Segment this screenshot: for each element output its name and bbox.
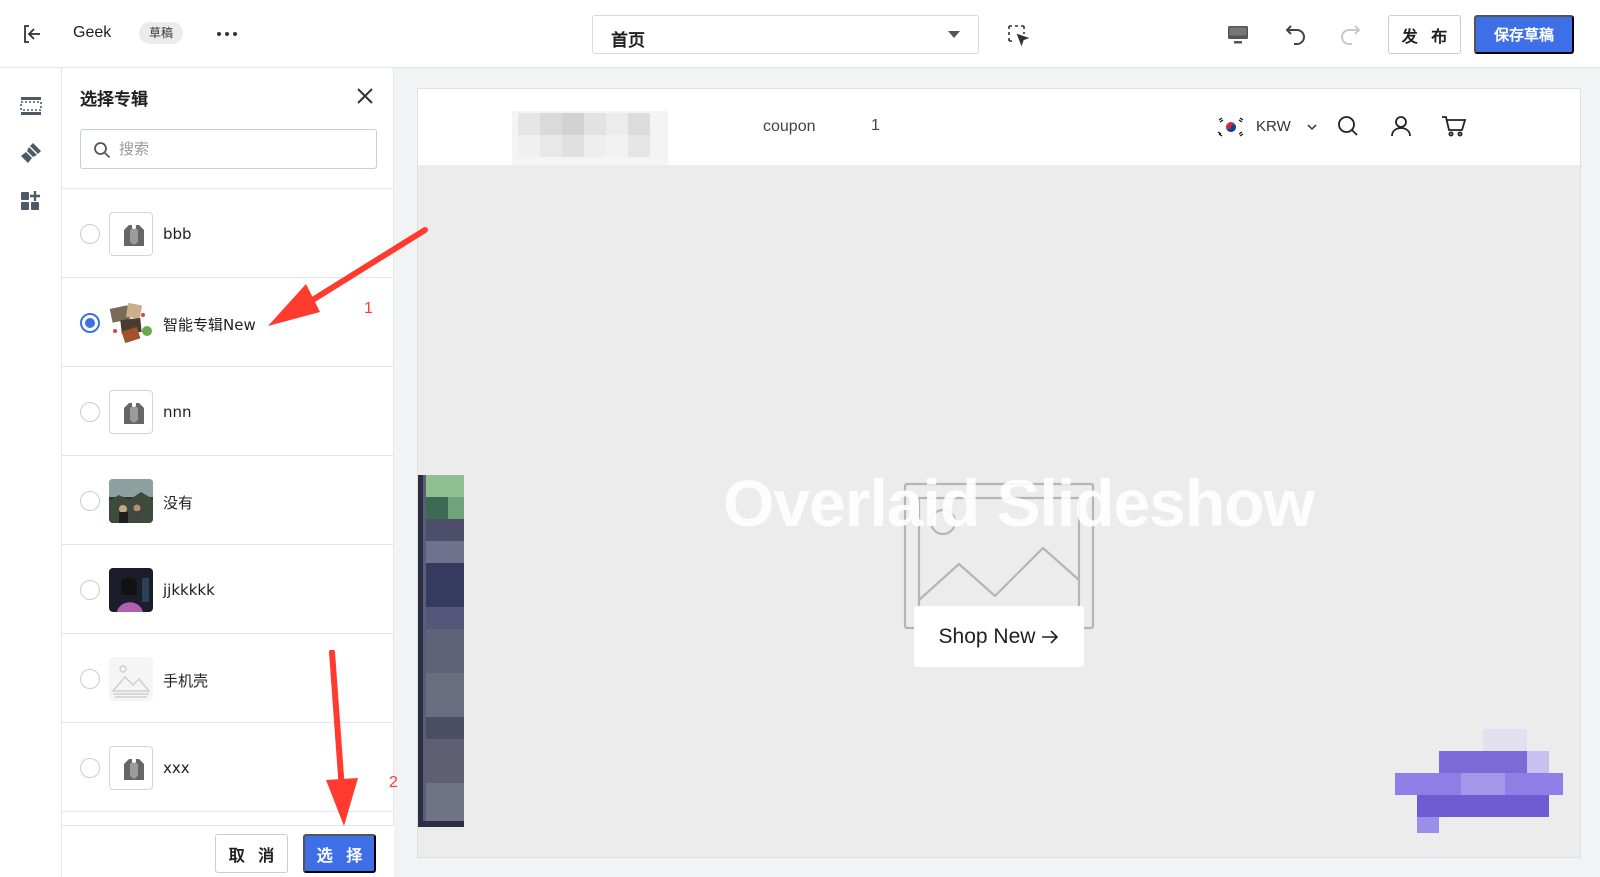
landscape-image xyxy=(109,479,153,523)
collection-item-label: xxx xyxy=(163,759,190,777)
cancel-button[interactable]: 取 消 xyxy=(215,834,288,873)
radio-button[interactable] xyxy=(80,402,100,422)
hero-title[interactable]: Overlaid Slideshow xyxy=(723,465,1315,541)
collection-item[interactable]: jjkkkkk xyxy=(62,545,394,634)
collection-item[interactable]: nnn xyxy=(62,367,394,456)
redo-icon[interactable] xyxy=(1337,21,1363,47)
radio-button[interactable] xyxy=(80,580,100,600)
top-bar: Geek 草稿 首页 发 布 保存草稿 xyxy=(0,0,1600,68)
inspect-select-icon[interactable] xyxy=(1006,23,1030,47)
korea-flag-icon xyxy=(1216,116,1246,138)
panel-title: 选择专辑 xyxy=(80,90,148,110)
select-button[interactable]: 选 择 xyxy=(303,834,376,873)
exit-editor-icon[interactable] xyxy=(20,22,44,46)
undo-icon[interactable] xyxy=(1283,21,1309,47)
cart-icon[interactable] xyxy=(1441,114,1467,138)
tag-placeholder-thumb xyxy=(109,746,153,790)
search-box xyxy=(80,129,377,169)
desktop-view-icon[interactable] xyxy=(1225,22,1251,48)
draft-badge: 草稿 xyxy=(139,22,184,44)
nav-link-1[interactable]: 1 xyxy=(871,117,880,135)
publish-button[interactable]: 发 布 xyxy=(1388,15,1461,54)
photo-dark-landscape-thumb xyxy=(109,479,153,523)
left-rail xyxy=(0,68,62,877)
photo-portrait-thumb xyxy=(109,568,153,612)
tag-icon xyxy=(124,403,144,424)
tag-icon xyxy=(124,759,144,780)
close-icon[interactable] xyxy=(354,85,376,107)
shop-new-button[interactable]: Shop New xyxy=(914,606,1084,667)
photo-collage-thumb xyxy=(109,301,153,345)
radio-button[interactable] xyxy=(80,758,100,778)
panel-footer: 取 消 选 择 xyxy=(62,825,394,877)
tag-placeholder-thumb xyxy=(109,212,153,256)
annotation-arrow-1 xyxy=(268,227,428,326)
search-input[interactable] xyxy=(119,138,369,160)
theme-brush-icon[interactable] xyxy=(19,141,43,165)
portrait-image xyxy=(109,568,153,612)
nav-link-coupon[interactable]: coupon xyxy=(763,118,816,136)
collection-item-label: 手机壳 xyxy=(163,672,209,690)
sections-icon[interactable] xyxy=(19,94,43,118)
radio-button-selected[interactable] xyxy=(80,313,100,333)
store-header[interactable]: coupon 1 KRW xyxy=(418,89,1580,165)
collection-item-label: 智能专辑New xyxy=(163,316,256,334)
slide-thumbnail-pixelated[interactable] xyxy=(418,475,464,827)
annotation-number-2: 2 xyxy=(389,774,398,791)
mountain-image-icon xyxy=(111,665,151,698)
collection-item-label: 没有 xyxy=(163,494,194,512)
more-icon[interactable] xyxy=(215,24,239,44)
chevron-down-icon[interactable] xyxy=(1306,121,1318,133)
collection-item[interactable]: 没有 xyxy=(62,456,394,545)
tag-placeholder-thumb xyxy=(109,390,153,434)
page-select[interactable]: 首页 xyxy=(592,15,979,54)
radio-button[interactable] xyxy=(80,669,100,689)
caret-down-icon xyxy=(948,31,960,38)
annotation-arrow-2 xyxy=(326,650,358,826)
apps-icon[interactable] xyxy=(19,189,43,213)
shop-new-label: Shop New xyxy=(938,624,1036,648)
store-name: Geek xyxy=(73,24,112,41)
search-icon xyxy=(94,142,111,159)
collage-image xyxy=(109,301,153,345)
store-logo-pixelated[interactable] xyxy=(512,111,668,165)
chat-widget-pixelated[interactable] xyxy=(1395,729,1563,833)
radio-button[interactable] xyxy=(80,491,100,511)
collection-item-label: nnn xyxy=(163,403,192,421)
image-placeholder-thumb xyxy=(109,657,153,701)
tag-icon xyxy=(124,225,144,246)
save-draft-button[interactable]: 保存草稿 xyxy=(1474,15,1574,54)
collection-item-label: bbb xyxy=(163,225,192,243)
search-icon[interactable] xyxy=(1336,114,1360,138)
currency-selector[interactable]: KRW xyxy=(1256,118,1291,135)
radio-button[interactable] xyxy=(80,224,100,244)
account-icon[interactable] xyxy=(1389,114,1413,138)
arrow-right-icon xyxy=(1042,629,1059,644)
collection-item-label: jjkkkkk xyxy=(163,581,215,599)
annotation-number-1: 1 xyxy=(364,300,373,317)
page-select-value: 首页 xyxy=(611,31,645,50)
store-preview[interactable]: coupon 1 KRW Overlaid Slideshow Shop New xyxy=(418,89,1580,857)
